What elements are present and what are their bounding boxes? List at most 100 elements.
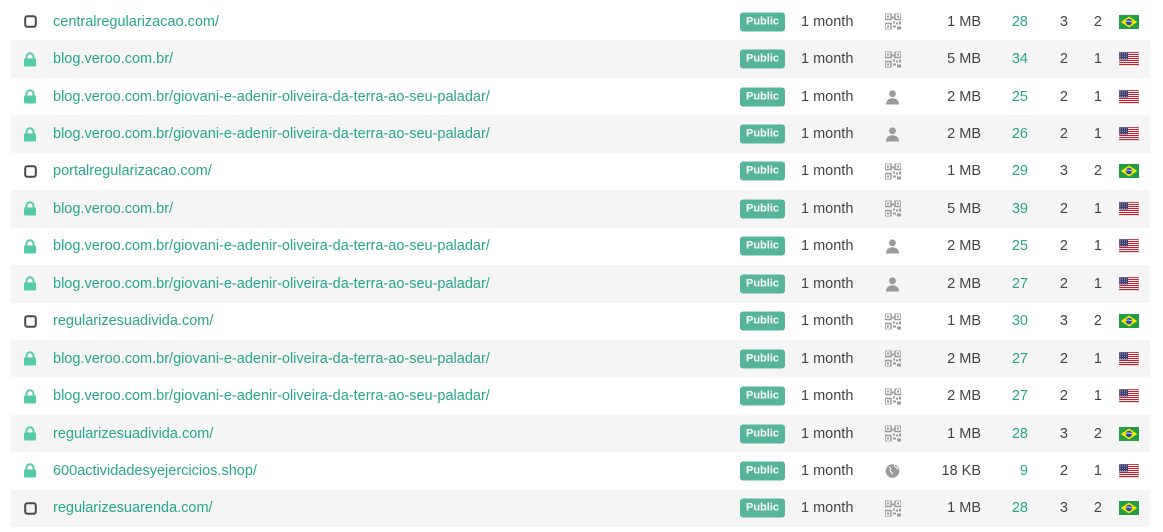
hits-link[interactable]: 34 <box>1012 51 1028 67</box>
qr-code-icon <box>884 13 901 30</box>
url-link[interactable]: blog.veroo.com.br/giovani-e-adenir-olive… <box>53 126 490 142</box>
hits-link[interactable]: 28 <box>1012 14 1028 30</box>
hits-link[interactable]: 27 <box>1012 388 1028 404</box>
url-link[interactable]: blog.veroo.com.br/giovani-e-adenir-olive… <box>53 388 490 404</box>
size-text: 1 MB <box>947 13 981 30</box>
url-link[interactable]: regularizesuadivida.com/ <box>53 426 213 442</box>
hits-link[interactable]: 27 <box>1012 276 1028 292</box>
usa-flag <box>1119 276 1139 291</box>
count-a: 2 <box>1059 462 1068 479</box>
qr-code-icon <box>884 313 901 330</box>
lock-icon <box>23 426 37 441</box>
count-a: 3 <box>1059 313 1068 330</box>
hits-link[interactable]: 26 <box>1012 126 1028 142</box>
hits-link[interactable]: 30 <box>1012 313 1028 329</box>
visibility-badge: Public <box>740 461 786 481</box>
count-b: 1 <box>1093 388 1102 405</box>
table-row: blog.veroo.com.br/giovani-e-adenir-olive… <box>11 228 1150 265</box>
table-row: blog.veroo.com.br/giovani-e-adenir-olive… <box>11 339 1150 378</box>
visibility-badge: Public <box>740 386 786 406</box>
size-text: 1 MB <box>947 313 981 330</box>
table-row: blog.veroo.com.br/giovani-e-adenir-olive… <box>11 78 1150 115</box>
lock-icon <box>23 239 37 254</box>
visibility-badge: Public <box>740 236 786 256</box>
count-a: 2 <box>1059 200 1068 217</box>
hits-link[interactable]: 28 <box>1012 500 1028 516</box>
visibility-badge: Public <box>740 49 786 69</box>
count-a: 2 <box>1059 388 1068 405</box>
expiry-text: 1 month <box>801 313 854 330</box>
count-b: 2 <box>1093 163 1102 180</box>
user-icon <box>884 238 901 255</box>
table-row: blog.veroo.com.br/giovani-e-adenir-olive… <box>11 377 1150 414</box>
size-text: 1 MB <box>947 425 981 442</box>
usa-flag <box>1119 201 1139 216</box>
brazil-flag <box>1119 501 1139 516</box>
globe-icon <box>884 462 901 479</box>
size-text: 2 MB <box>947 388 981 405</box>
table-row: centralregularizacao.com/Public 1 month 1 … <box>11 3 1150 40</box>
hits-link[interactable]: 28 <box>1012 426 1028 442</box>
visibility-badge: Public <box>740 161 786 181</box>
lock-icon <box>23 89 37 104</box>
size-text: 2 MB <box>947 88 981 105</box>
expiry-text: 1 month <box>801 462 854 479</box>
hits-link[interactable]: 9 <box>1020 463 1028 479</box>
url-link[interactable]: 600actividadesyejercicios.shop/ <box>53 463 257 479</box>
count-b: 2 <box>1093 13 1102 30</box>
table-row: regularizesuarenda.com/Public 1 month 1 MB… <box>11 489 1150 528</box>
lock-icon <box>23 463 37 478</box>
url-link[interactable]: blog.veroo.com.br/giovani-e-adenir-olive… <box>53 276 490 292</box>
count-a: 3 <box>1059 425 1068 442</box>
expiry-text: 1 month <box>801 51 854 68</box>
hits-link[interactable]: 39 <box>1012 201 1028 217</box>
visibility-badge: Public <box>740 424 786 444</box>
qr-code-icon <box>884 51 901 68</box>
visibility-badge: Public <box>740 311 786 331</box>
hits-link[interactable]: 29 <box>1012 163 1028 179</box>
count-b: 1 <box>1093 126 1102 143</box>
url-link[interactable]: blog.veroo.com.br/giovani-e-adenir-olive… <box>53 351 490 367</box>
user-icon <box>884 88 901 105</box>
count-b: 2 <box>1093 500 1102 517</box>
url-link[interactable]: regularizesuarenda.com/ <box>53 500 213 516</box>
size-text: 18 KB <box>941 462 982 479</box>
count-a: 2 <box>1059 350 1068 367</box>
unlocked-icon <box>23 164 37 178</box>
count-a: 2 <box>1059 88 1068 105</box>
expiry-text: 1 month <box>801 500 854 517</box>
table-row: blog.veroo.com.br/giovani-e-adenir-olive… <box>11 115 1150 153</box>
url-link[interactable]: regularizesuadivida.com/ <box>53 313 213 329</box>
expiry-text: 1 month <box>801 425 854 442</box>
hits-link[interactable]: 27 <box>1012 351 1028 367</box>
table-row: 600actividadesyejercicios.shop/Public 1 m… <box>11 452 1150 489</box>
usa-flag <box>1119 239 1139 254</box>
count-a: 2 <box>1059 51 1068 68</box>
usa-flag <box>1119 463 1139 478</box>
count-b: 1 <box>1093 88 1102 105</box>
url-link[interactable]: centralregularizacao.com/ <box>53 14 219 30</box>
hits-link[interactable]: 25 <box>1012 89 1028 105</box>
url-link[interactable]: blog.veroo.com.br/ <box>53 201 173 217</box>
url-link[interactable]: portalregularizacao.com/ <box>53 163 212 179</box>
lock-icon <box>23 126 37 142</box>
expiry-text: 1 month <box>801 88 854 105</box>
expiry-text: 1 month <box>801 200 854 217</box>
usa-flag <box>1119 389 1139 404</box>
qr-code-icon <box>884 500 901 517</box>
qr-code-icon <box>884 200 901 217</box>
size-text: 1 MB <box>947 163 981 180</box>
count-b: 2 <box>1093 313 1102 330</box>
unlocked-icon <box>23 314 37 328</box>
size-text: 1 MB <box>947 500 981 517</box>
brazil-flag <box>1119 14 1139 29</box>
user-icon <box>884 126 901 143</box>
lock-icon <box>23 276 37 291</box>
hits-link[interactable]: 25 <box>1012 238 1028 254</box>
table-row: portalregularizacao.com/Public 1 month 1 M… <box>11 153 1150 190</box>
count-b: 1 <box>1093 238 1102 255</box>
url-link[interactable]: blog.veroo.com.br/giovani-e-adenir-olive… <box>53 238 490 254</box>
url-link[interactable]: blog.veroo.com.br/giovani-e-adenir-olive… <box>53 89 490 105</box>
url-link[interactable]: blog.veroo.com.br/ <box>53 51 173 67</box>
count-b: 1 <box>1093 350 1102 367</box>
